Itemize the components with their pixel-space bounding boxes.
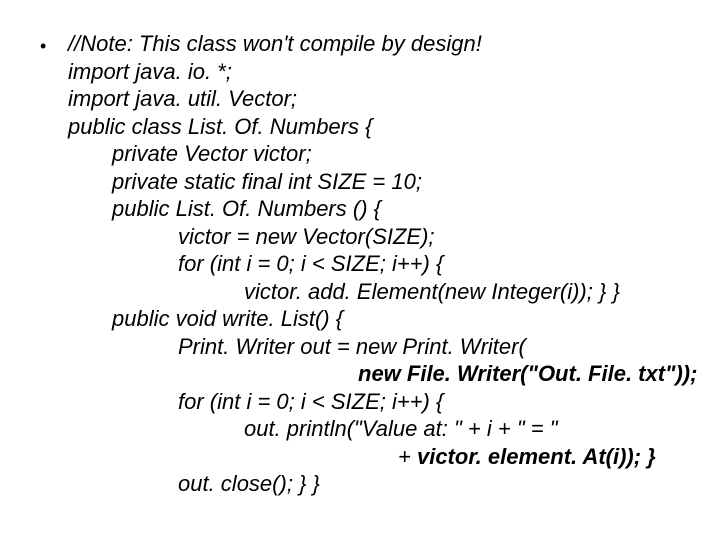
code-line: new File. Writer("Out. File. txt"));: [358, 360, 697, 388]
code-text: +: [398, 444, 417, 469]
code-line: victor = new Vector(SIZE);: [178, 223, 697, 251]
code-line: import java. util. Vector;: [68, 85, 697, 113]
code-line: for (int i = 0; i < SIZE; i++) {: [178, 388, 697, 416]
bullet-marker: •: [40, 30, 68, 58]
code-line: public List. Of. Numbers () {: [112, 195, 697, 223]
code-line: for (int i = 0; i < SIZE; i++) {: [178, 250, 697, 278]
code-line: Print. Writer out = new Print. Writer(: [178, 333, 697, 361]
code-line: out. println("Value at: " + i + " = ": [244, 415, 697, 443]
code-line: + victor. element. At(i)); }: [398, 443, 697, 471]
code-line: import java. io. *;: [68, 58, 697, 86]
code-line: out. close(); } }: [178, 470, 697, 498]
code-line: public class List. Of. Numbers {: [68, 113, 697, 141]
code-text-bold: victor. element. At(i)); }: [417, 444, 656, 469]
code-line: //Note: This class won't compile by desi…: [68, 30, 697, 58]
code-line: private static final int SIZE = 10;: [112, 168, 697, 196]
code-line: public void write. List() {: [112, 305, 697, 333]
bullet-item: • //Note: This class won't compile by de…: [40, 30, 690, 498]
code-line: private Vector victor;: [112, 140, 697, 168]
code-block: //Note: This class won't compile by desi…: [68, 30, 697, 498]
code-line: victor. add. Element(new Integer(i)); } …: [244, 278, 697, 306]
